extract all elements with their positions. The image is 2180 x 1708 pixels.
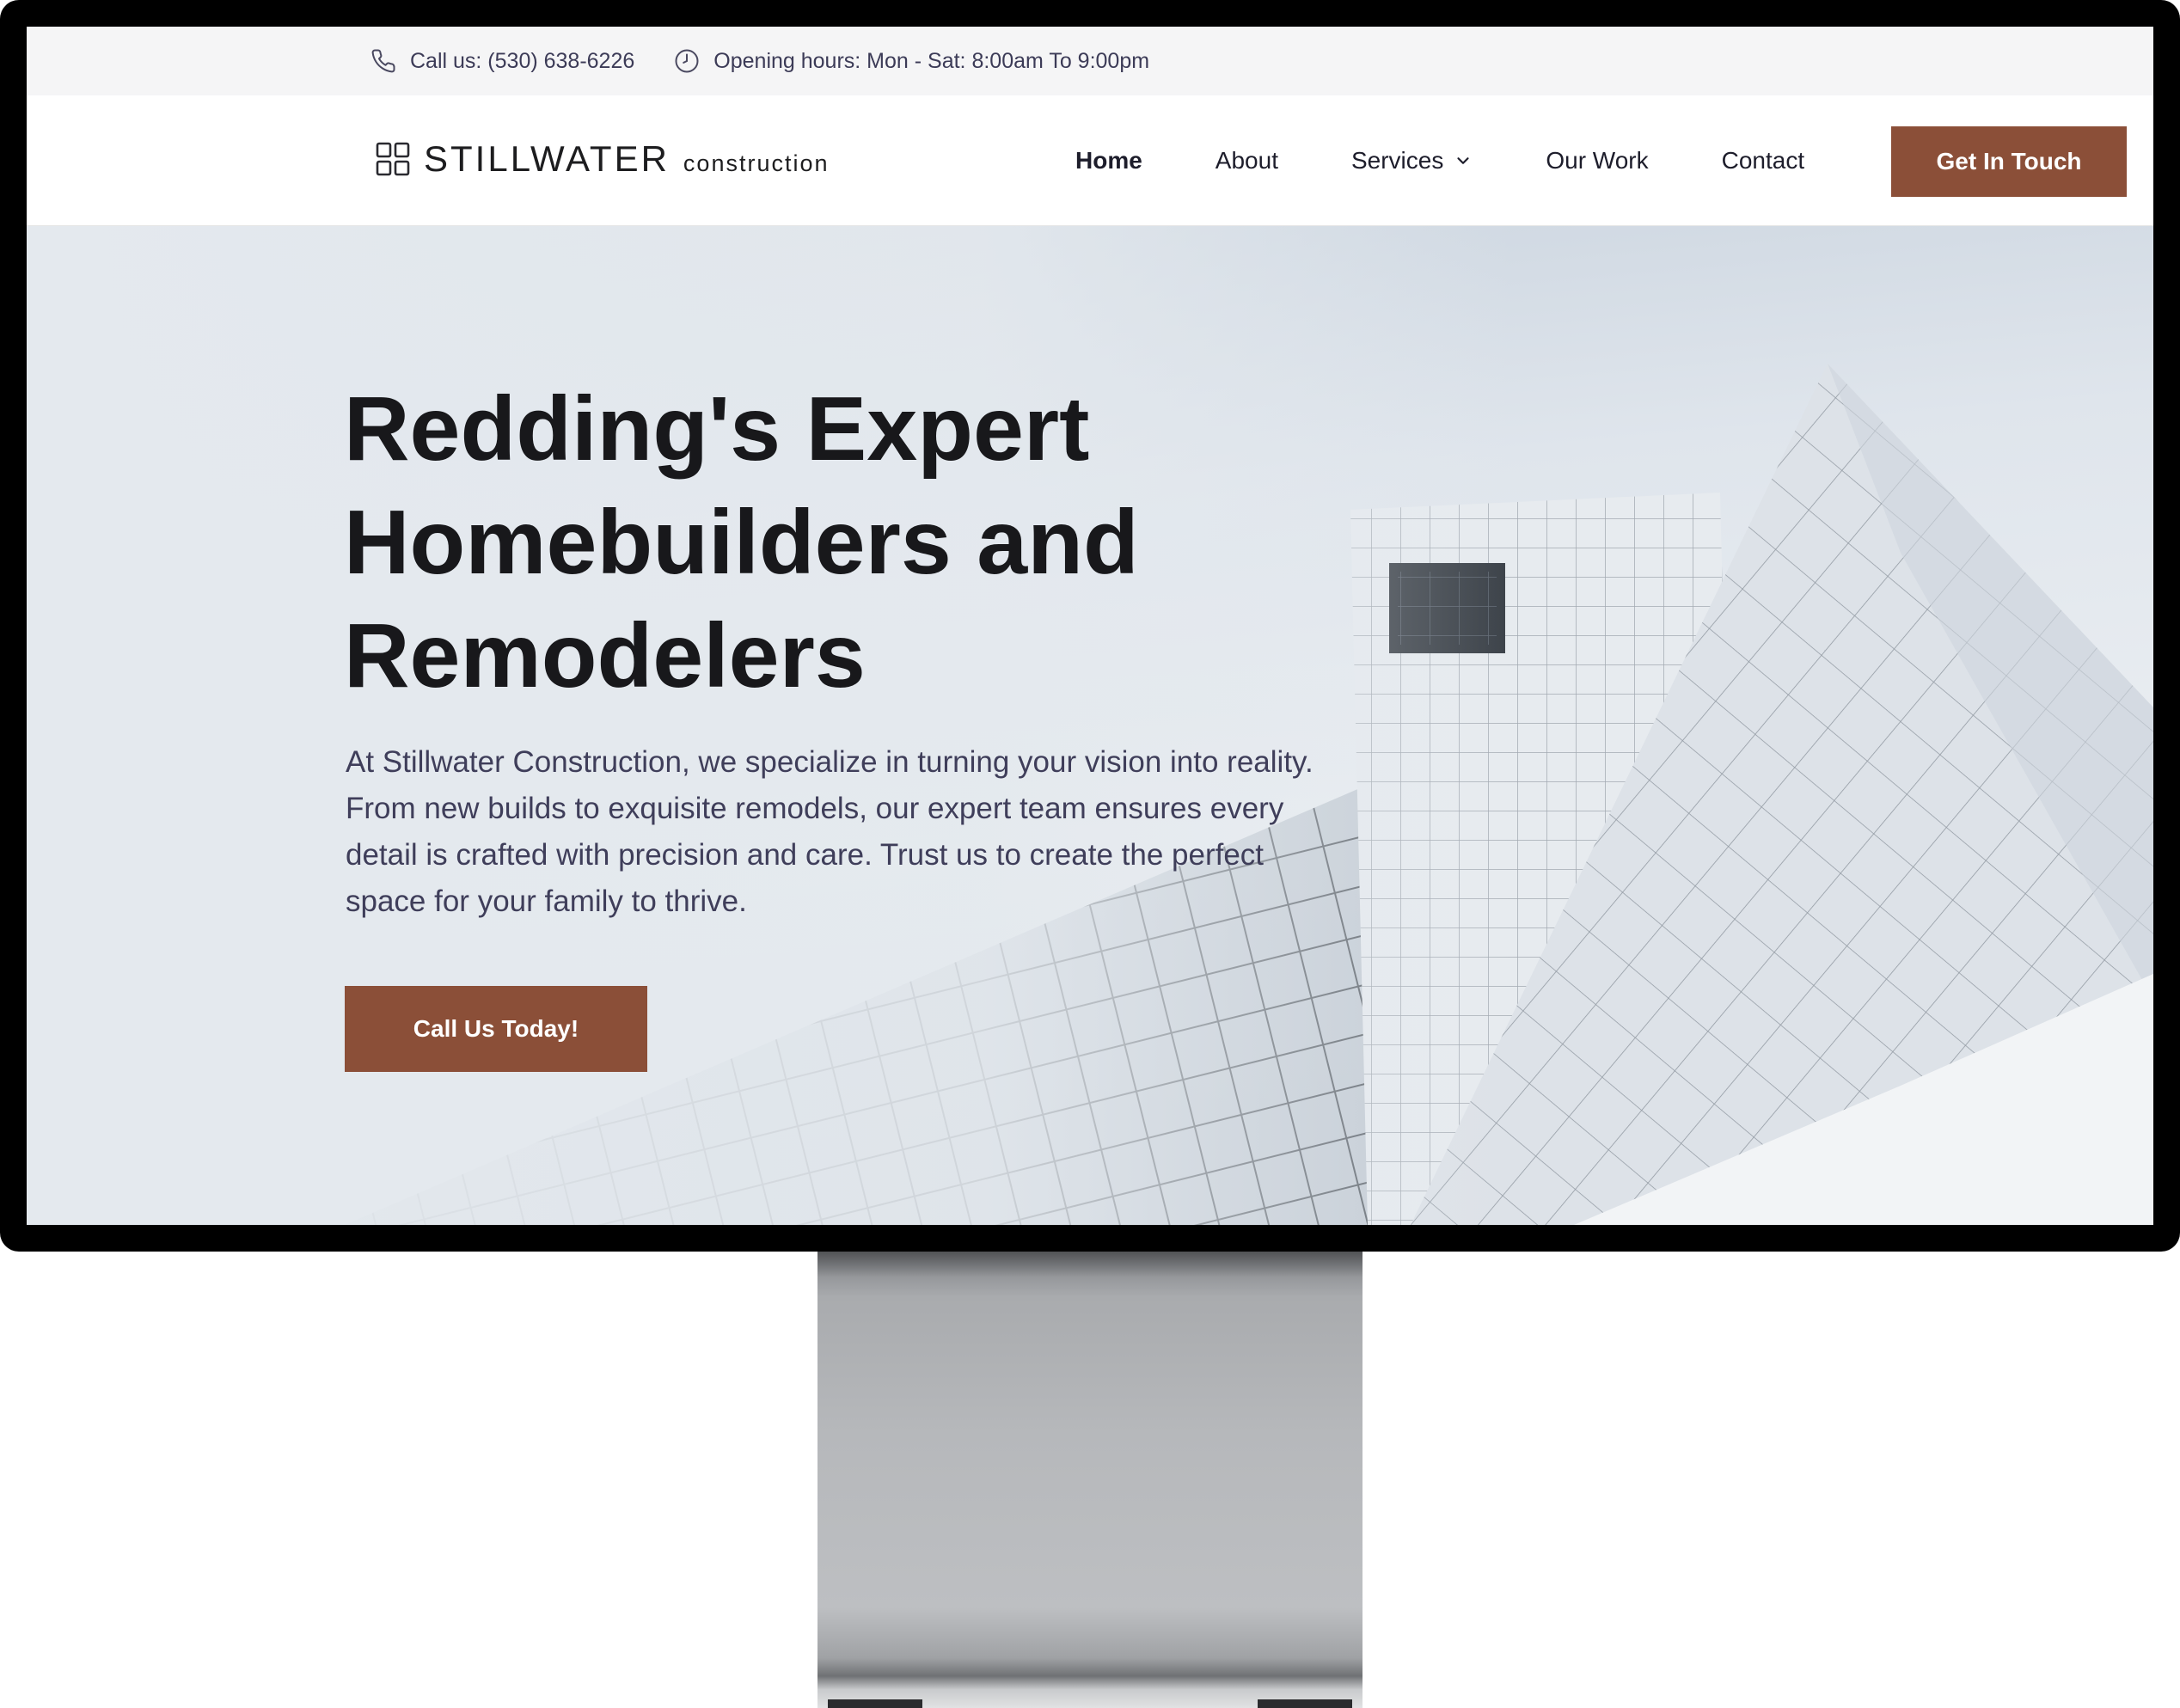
nav-item-label: Contact <box>1721 147 1805 174</box>
hours-text: Opening hours: Mon - Sat: 8:00am To 9:00… <box>713 48 1150 73</box>
phone-info[interactable]: Call us: (530) 638-6226 <box>370 48 634 74</box>
top-info-bar: Call us: (530) 638-6226 Opening hours: M… <box>27 27 2153 95</box>
main-nav: STILLWATER construction Home About Servi… <box>27 95 2153 226</box>
phone-icon <box>371 49 395 73</box>
hero-title: Redding's Expert Homebuilders and Remode… <box>344 378 1139 707</box>
logo-subtitle: construction <box>683 150 830 176</box>
monitor-bezel: Call us: (530) 638-6226 Opening hours: M… <box>0 0 2180 1252</box>
nav-item-about[interactable]: About <box>1216 147 1278 174</box>
get-in-touch-button[interactable]: Get In Touch <box>1891 126 2127 197</box>
nav-item-home[interactable]: Home <box>1075 147 1142 174</box>
chevron-down-icon <box>1457 157 1469 164</box>
nav-item-contact[interactable]: Contact <box>1722 147 1805 174</box>
website-screen: Call us: (530) 638-6226 Opening hours: M… <box>27 27 2153 1225</box>
nav-item-label: Our Work <box>1546 147 1649 174</box>
stand-foot-left <box>828 1699 922 1708</box>
nav-item-services[interactable]: Services <box>1351 147 1473 174</box>
hero-section: Redding's Expert Homebuilders and Remode… <box>27 226 2153 1225</box>
nav-item-label: Home <box>1075 147 1142 174</box>
nav-item-label: About <box>1215 147 1278 174</box>
monitor-stand <box>818 1252 1362 1708</box>
grid-logo-icon <box>376 142 410 176</box>
nav-item-label: Services <box>1350 147 1444 174</box>
clock-icon <box>675 49 699 73</box>
nav-menu: Home About Services Our Work Contact <box>1075 95 1877 226</box>
phone-text: Call us: (530) 638-6226 <box>410 48 635 73</box>
call-us-today-button[interactable]: Call Us Today! <box>345 986 647 1072</box>
hero-description: At Stillwater Construction, we specializ… <box>346 745 1314 918</box>
stand-foot-right <box>1258 1699 1352 1708</box>
logo-name: STILLWATER <box>424 138 670 179</box>
site-logo[interactable]: STILLWATER construction <box>376 138 830 180</box>
stand-shadow <box>818 1252 1362 1277</box>
hours-info: Opening hours: Mon - Sat: 8:00am To 9:00… <box>674 48 1149 74</box>
nav-item-our-work[interactable]: Our Work <box>1546 147 1648 174</box>
